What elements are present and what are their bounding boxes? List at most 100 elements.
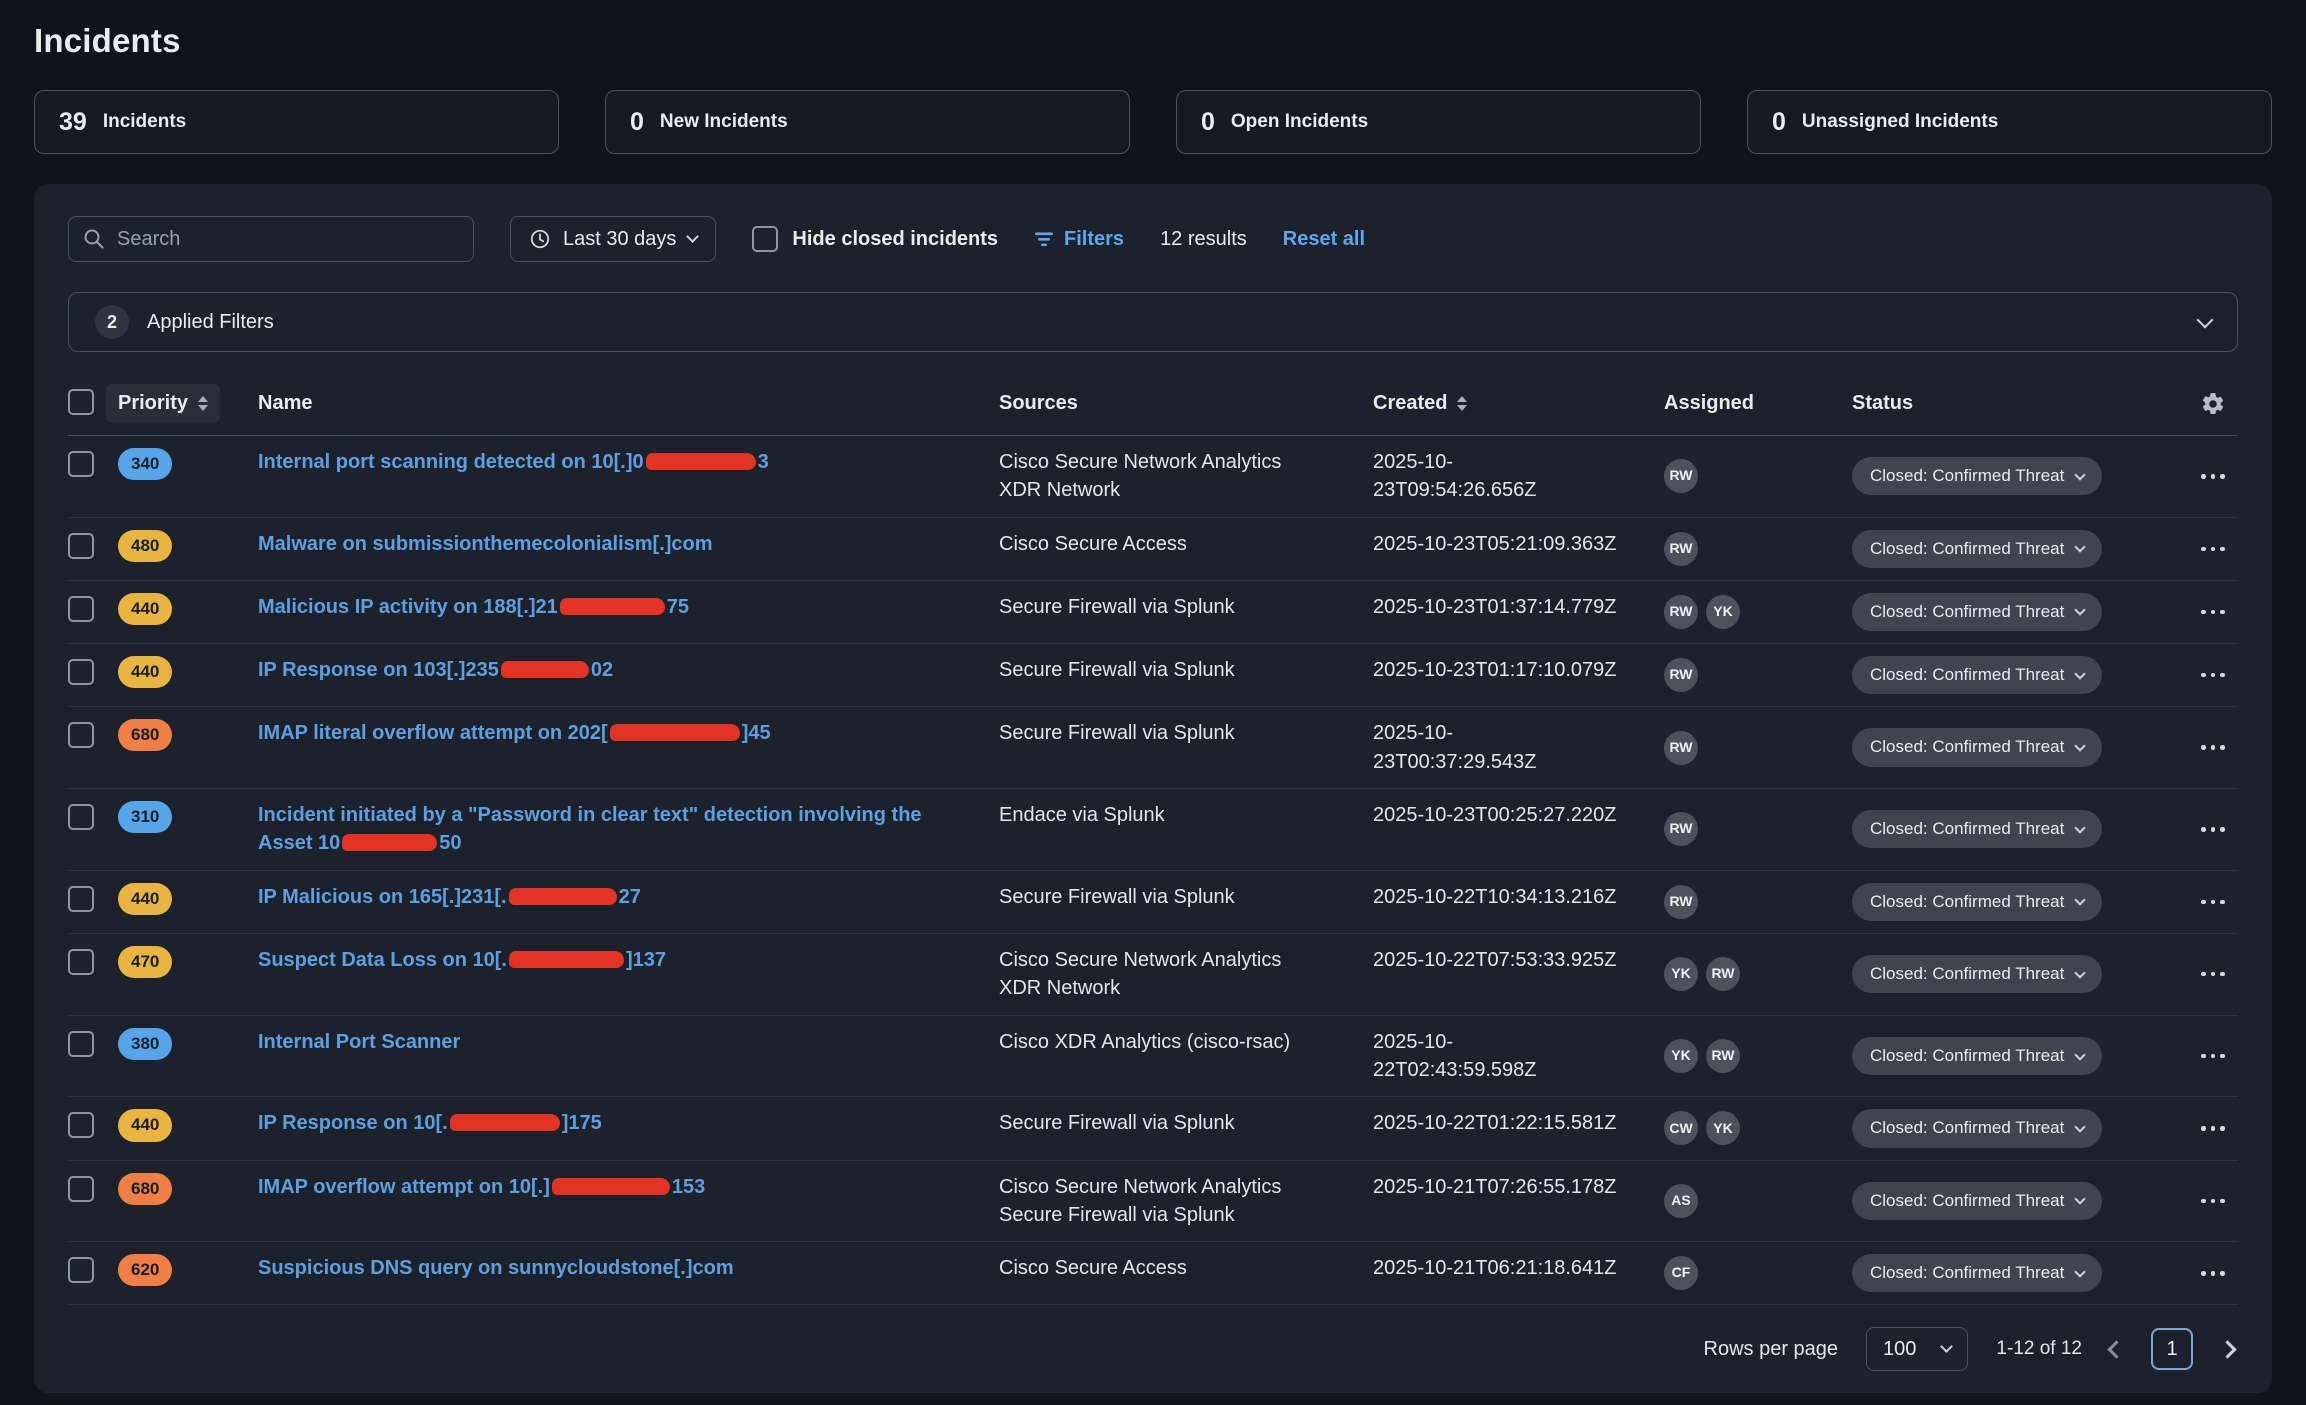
- created-cell: 2025-10-23T00:25:27.220Z: [1373, 801, 1664, 829]
- priority-badge: 680: [118, 719, 172, 751]
- sources-cell: Cisco Secure Access: [999, 530, 1373, 558]
- assignee-avatar: YK: [1706, 595, 1740, 629]
- row-checkbox[interactable]: [68, 722, 94, 748]
- redaction-mark: [646, 453, 756, 470]
- status-dropdown[interactable]: Closed: Confirmed Threat: [1852, 656, 2102, 694]
- status-dropdown[interactable]: Closed: Confirmed Threat: [1852, 1254, 2102, 1292]
- row-actions-button[interactable]: [2197, 819, 2229, 840]
- sources-cell: Secure Firewall via Splunk: [999, 1109, 1373, 1137]
- created-cell: 2025-10- 23T09:54:26.656Z: [1373, 448, 1664, 505]
- row-checkbox[interactable]: [68, 1257, 94, 1283]
- assigned-cell: RW: [1664, 885, 1852, 919]
- incident-name-link[interactable]: Suspicious DNS query on sunnycloudstone[…: [258, 1254, 764, 1282]
- row-checkbox[interactable]: [68, 804, 94, 830]
- row-checkbox[interactable]: [68, 1112, 94, 1138]
- incident-name-link[interactable]: Malware on submissionthemecolonialism[.]…: [258, 530, 743, 558]
- incident-name-link[interactable]: Internal port scanning detected on 10[.]…: [258, 448, 799, 476]
- row-actions-button[interactable]: [2197, 1191, 2229, 1212]
- sources-cell: Secure Firewall via Splunk: [999, 883, 1373, 911]
- applied-filters-bar[interactable]: 2 Applied Filters: [68, 292, 2238, 352]
- incidents-table: Priority Name Sources Created Assigned S…: [68, 384, 2238, 1305]
- row-checkbox[interactable]: [68, 596, 94, 622]
- incident-name-pre: IMAP literal overflow attempt on 202[: [258, 722, 608, 744]
- row-checkbox[interactable]: [68, 886, 94, 912]
- assigned-cell: RW: [1664, 731, 1852, 765]
- source-line: Cisco Secure Network Analytics: [999, 1173, 1373, 1201]
- table-row: 440 IP Response on 103[.]23502 Secure Fi…: [68, 644, 2238, 707]
- status-dropdown[interactable]: Closed: Confirmed Threat: [1852, 1109, 2102, 1147]
- incident-name-link[interactable]: IMAP literal overflow attempt on 202[]45: [258, 719, 801, 747]
- header-priority[interactable]: Priority: [106, 384, 220, 423]
- status-dropdown[interactable]: Closed: Confirmed Threat: [1852, 1037, 2102, 1075]
- assigned-cell: RW: [1664, 812, 1852, 846]
- status-dropdown[interactable]: Closed: Confirmed Threat: [1852, 810, 2102, 848]
- incident-name-pre: IP Response on 103[.]235: [258, 659, 499, 681]
- incident-name-link[interactable]: IP Response on 10[.]175: [258, 1109, 632, 1137]
- rows-per-page-select[interactable]: 100: [1866, 1327, 1968, 1371]
- status-dropdown[interactable]: Closed: Confirmed Threat: [1852, 728, 2102, 766]
- incident-name-pre: IP Response on 10[.: [258, 1112, 448, 1134]
- search-input[interactable]: [68, 216, 474, 262]
- status-dropdown[interactable]: Closed: Confirmed Threat: [1852, 1182, 2102, 1220]
- card-value: 39: [59, 108, 87, 137]
- redaction-mark: [509, 888, 617, 905]
- incident-name-link[interactable]: IMAP overflow attempt on 10[.]153: [258, 1173, 735, 1201]
- row-actions-button[interactable]: [2197, 964, 2229, 985]
- reset-all-button[interactable]: Reset all: [1283, 228, 1365, 251]
- sort-icon: [1457, 396, 1467, 411]
- current-page-box[interactable]: 1: [2151, 1328, 2193, 1370]
- row-actions-button[interactable]: [2197, 602, 2229, 623]
- row-checkbox[interactable]: [68, 451, 94, 477]
- previous-page-button[interactable]: [2107, 1340, 2125, 1358]
- incident-name-link[interactable]: Incident initiated by a "Password in cle…: [258, 801, 999, 858]
- incident-name-link[interactable]: Malicious IP activity on 188[.]2175: [258, 593, 719, 621]
- row-checkbox[interactable]: [68, 533, 94, 559]
- row-checkbox[interactable]: [68, 1031, 94, 1057]
- status-dropdown[interactable]: Closed: Confirmed Threat: [1852, 530, 2102, 568]
- filters-button[interactable]: Filters: [1034, 228, 1124, 251]
- card-new-incidents[interactable]: 0 New Incidents: [605, 90, 1130, 154]
- priority-badge: 340: [118, 448, 172, 480]
- status-dropdown[interactable]: Closed: Confirmed Threat: [1852, 883, 2102, 921]
- row-actions-button[interactable]: [2197, 665, 2229, 686]
- card-unassigned-incidents[interactable]: 0 Unassigned Incidents: [1747, 90, 2272, 154]
- select-all-checkbox[interactable]: [68, 389, 94, 415]
- row-actions-button[interactable]: [2197, 1046, 2229, 1067]
- incident-name-link[interactable]: Internal Port Scanner: [258, 1028, 490, 1056]
- incident-name-link[interactable]: IP Malicious on 165[.]231[.27: [258, 883, 671, 911]
- table-body: 340 Internal port scanning detected on 1…: [68, 436, 2238, 1305]
- created-cell: 2025-10-21T06:21:18.641Z: [1373, 1254, 1664, 1282]
- table-row: 340 Internal port scanning detected on 1…: [68, 436, 2238, 518]
- status-dropdown[interactable]: Closed: Confirmed Threat: [1852, 955, 2102, 993]
- row-actions-button[interactable]: [2197, 737, 2229, 758]
- priority-badge: 440: [118, 883, 172, 915]
- row-checkbox[interactable]: [68, 659, 94, 685]
- row-actions-button[interactable]: [2197, 1263, 2229, 1284]
- row-actions-button[interactable]: [2197, 892, 2229, 913]
- row-actions-button[interactable]: [2197, 1118, 2229, 1139]
- status-dropdown[interactable]: Closed: Confirmed Threat: [1852, 457, 2102, 495]
- card-total-incidents[interactable]: 39 Incidents: [34, 90, 559, 154]
- table-settings-gear-icon[interactable]: [2200, 391, 2226, 417]
- status-text: Closed: Confirmed Threat: [1870, 600, 2064, 624]
- row-checkbox[interactable]: [68, 949, 94, 975]
- status-dropdown[interactable]: Closed: Confirmed Threat: [1852, 593, 2102, 631]
- source-line: XDR Network: [999, 974, 1373, 1002]
- search-box: [68, 216, 474, 262]
- row-actions-button[interactable]: [2197, 539, 2229, 560]
- incident-name-pre: Internal Port Scanner: [258, 1031, 460, 1053]
- time-range-dropdown[interactable]: Last 30 days: [510, 216, 716, 262]
- next-page-button[interactable]: [2218, 1340, 2236, 1358]
- assignee-avatar: YK: [1706, 1111, 1740, 1145]
- chevron-down-icon[interactable]: [2197, 311, 2214, 328]
- hide-closed-checkbox[interactable]: [752, 226, 778, 252]
- header-created[interactable]: Created: [1373, 392, 1467, 415]
- assigned-cell: YKRW: [1664, 1039, 1852, 1073]
- incident-name-link[interactable]: IP Response on 103[.]23502: [258, 656, 643, 684]
- filters-label: Filters: [1064, 228, 1124, 251]
- table-header: Priority Name Sources Created Assigned S…: [68, 384, 2238, 436]
- row-actions-button[interactable]: [2197, 466, 2229, 487]
- card-open-incidents[interactable]: 0 Open Incidents: [1176, 90, 1701, 154]
- incident-name-link[interactable]: Suspect Data Loss on 10[.]137: [258, 946, 696, 974]
- row-checkbox[interactable]: [68, 1176, 94, 1202]
